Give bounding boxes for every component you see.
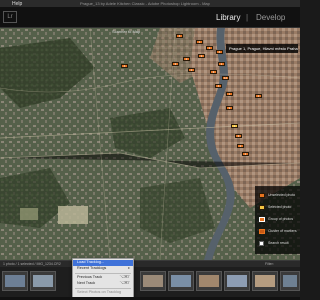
menu-item-load-tracklog[interactable]: Load Tracklog... xyxy=(73,260,133,266)
map-pin[interactable]: 4 xyxy=(176,34,183,38)
menu-item-label: Recent Tracklogs xyxy=(77,266,107,270)
library-module-tab[interactable]: Library xyxy=(216,12,240,24)
map-pin[interactable]: 1 xyxy=(218,62,225,66)
map-pin[interactable]: 3 xyxy=(172,62,179,66)
map-pin[interactable]: 3 xyxy=(210,70,217,74)
filmstrip-toolbar: 1 photo / 1 selected / IMG_1234.CR2 Filt… xyxy=(0,260,300,267)
legend-label: Cluster of markers xyxy=(268,229,297,233)
filmstrip-thumbnail[interactable] xyxy=(196,271,222,291)
legend-row: Search result xyxy=(259,240,300,248)
map-pin[interactable]: 1 xyxy=(206,46,213,50)
filmstrip-thumbnail[interactable] xyxy=(2,271,28,291)
menu-shortcut: ⌥⌘T xyxy=(119,275,131,279)
legend-label: Search result xyxy=(268,241,289,245)
legend-row: Unselected photo xyxy=(259,192,300,200)
map-pin[interactable]: 2 xyxy=(183,57,190,61)
map-pin[interactable]: 2 xyxy=(237,144,244,148)
module-separator: | xyxy=(246,13,249,22)
menu-item-recent-tracklogs[interactable]: Recent Tracklogs ▸ xyxy=(73,266,133,272)
map-pin[interactable]: 9 xyxy=(226,106,233,110)
legend-row: Group of photos xyxy=(259,216,300,224)
menu-item-previous-track[interactable]: Previous Track ⌥⌘T xyxy=(73,275,133,281)
tracklog-menu: Load Tracklog... Recent Tracklogs ▸ Prev… xyxy=(72,258,134,298)
map-pin[interactable]: 3 xyxy=(235,134,242,138)
lightroom-logo: Lr xyxy=(3,11,17,23)
location-tooltip: Prague 1, Prague, Hlavní město Praha xyxy=(226,44,298,53)
filmstrip-thumbnail[interactable] xyxy=(280,271,300,291)
map-header: Scanner to Map xyxy=(112,29,141,34)
legend-row: Selected photo xyxy=(259,204,300,212)
menu-item-label: Load Tracklog... xyxy=(77,260,105,264)
window-title: Prague_13 by Adele Kitchen Classic - Ado… xyxy=(80,1,210,6)
menu-item-label: Select Photos on Tracklog xyxy=(77,290,122,294)
cluster-icon xyxy=(259,229,265,234)
filmstrip-thumbnail[interactable] xyxy=(252,271,278,291)
help-menu[interactable]: Help xyxy=(12,0,22,8)
map-pin[interactable]: 4 xyxy=(215,84,222,88)
map-pin[interactable]: 1 xyxy=(242,152,249,156)
menu-separator xyxy=(75,288,131,289)
map-legend: Unselected photo Selected photo Group of… xyxy=(255,186,300,254)
menu-item-select-photos-on-tracklog[interactable]: Select Photos on Tracklog xyxy=(73,290,133,296)
map-pin-selected[interactable]: 1 xyxy=(231,124,238,128)
filmstrip-thumbnail[interactable] xyxy=(30,271,56,291)
filmstrip-thumbnail[interactable] xyxy=(168,271,194,291)
map-pin[interactable]: 12 xyxy=(222,76,229,80)
filmstrip[interactable] xyxy=(0,267,300,300)
menu-separator xyxy=(75,273,131,274)
menu-item-label: Next Track xyxy=(77,281,96,285)
filmstrip-thumbnail[interactable] xyxy=(224,271,250,291)
map-pin[interactable]: 4 xyxy=(121,64,128,68)
filmstrip-thumbnail[interactable] xyxy=(140,271,166,291)
legend-label: Selected photo xyxy=(268,205,292,209)
module-picker: Lr Library | Develop xyxy=(0,8,300,28)
map-pin[interactable]: 3 xyxy=(198,54,205,58)
map-pin[interactable]: 1 xyxy=(226,92,233,96)
search-result-icon xyxy=(259,241,264,246)
submenu-arrow-icon: ▸ xyxy=(128,266,130,270)
map-pin[interactable]: 4 xyxy=(216,50,223,54)
map-pin[interactable]: 2 xyxy=(255,94,262,98)
yellow-pin-icon xyxy=(259,205,265,210)
legend-row: Cluster of markers xyxy=(259,228,300,236)
menu-item-label: Previous Track xyxy=(77,275,103,279)
legend-label: Group of photos xyxy=(268,217,294,221)
filmstrip-thumbnails xyxy=(0,271,300,295)
map-pin[interactable]: 2 xyxy=(188,68,195,72)
title-bar: Help Prague_13 by Adele Kitchen Classic … xyxy=(0,0,300,8)
develop-module-tab[interactable]: Develop xyxy=(256,12,285,24)
map-pin[interactable]: 1 xyxy=(196,40,203,44)
legend-label: Unselected photo xyxy=(268,193,296,197)
orange-pin-icon xyxy=(259,193,265,198)
menu-item-next-track[interactable]: Next Track ⌥⌘T xyxy=(73,281,133,287)
menu-shortcut: ⌥⌘T xyxy=(119,281,131,285)
group-pin-icon xyxy=(259,217,265,222)
